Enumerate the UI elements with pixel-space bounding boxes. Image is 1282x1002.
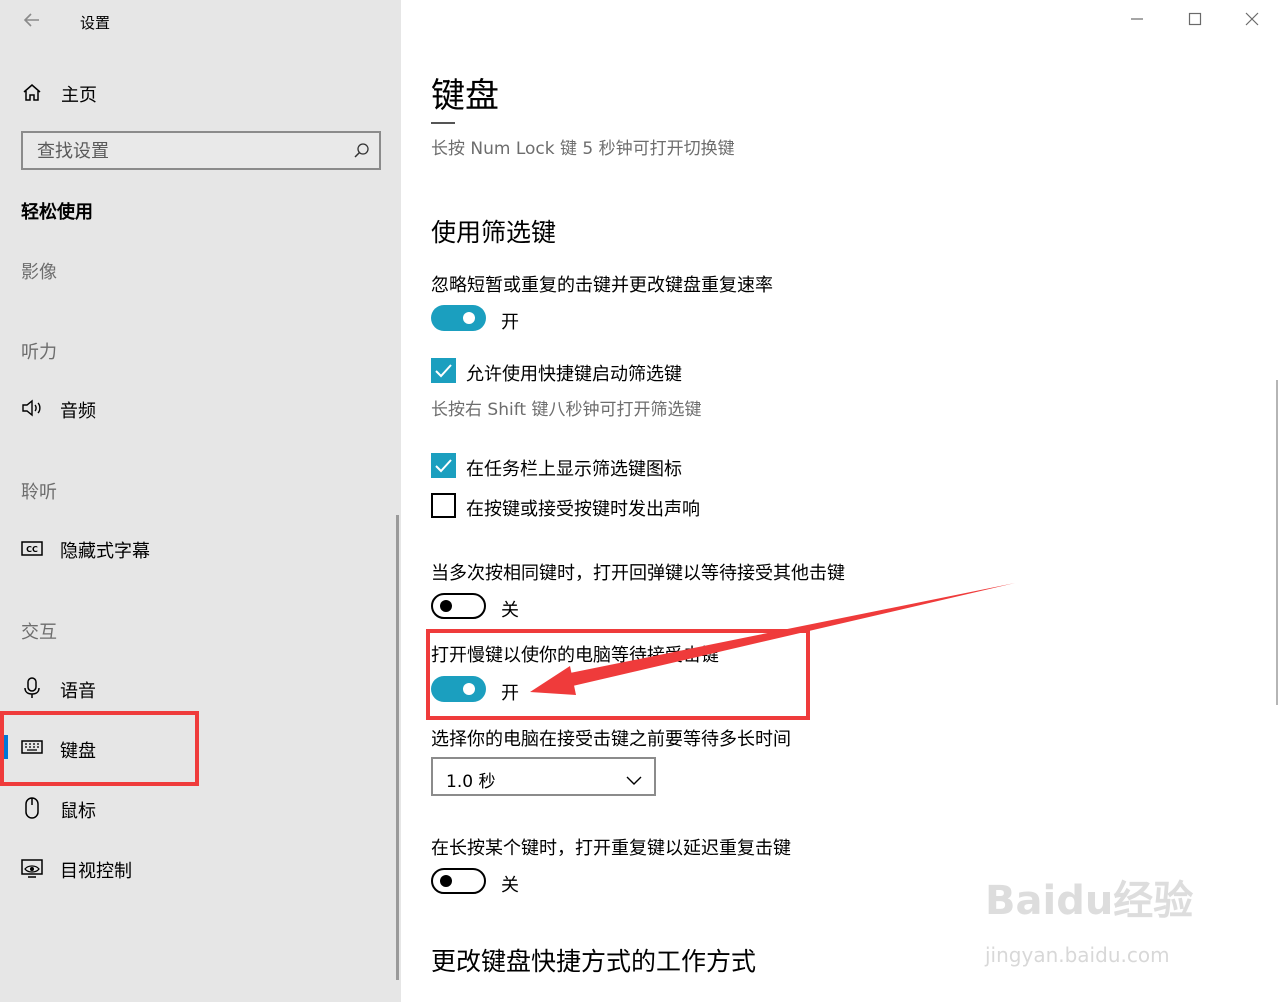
back-arrow-icon[interactable]	[22, 10, 42, 30]
main-scrollbar[interactable]	[1276, 380, 1278, 705]
sidebar-item-audio[interactable]: 音频	[60, 397, 96, 423]
group-label-listening: 聆听	[21, 482, 57, 503]
sidebar-item-speech[interactable]: 语音	[60, 677, 96, 703]
baidu-watermark-url: jingyan.baidu.com	[985, 943, 1170, 967]
settings-sidebar: 设置 主页 轻松使用 影像 听力 音频 聆听 CC 隐藏式字幕 交互 语音 键盘…	[0, 0, 401, 1002]
wait-time-dropdown[interactable]: 1.0 秒	[431, 757, 656, 796]
filter-keys-heading: 使用筛选键	[431, 218, 557, 247]
wait-time-description: 选择你的电脑在接受击键之前要等待多长时间	[431, 729, 791, 750]
annotation-arrow	[530, 583, 1015, 695]
annotation-highlight-keyboard	[0, 711, 199, 786]
page-title: 键盘	[431, 76, 499, 116]
group-label-hearing: 听力	[21, 342, 57, 363]
home-icon[interactable]	[20, 81, 44, 105]
sidebar-item-captions[interactable]: 隐藏式字幕	[60, 537, 150, 563]
section-title-ease-of-access: 轻松使用	[21, 202, 93, 223]
app-title: 设置	[80, 14, 111, 32]
sidebar-item-home[interactable]: 主页	[61, 81, 97, 107]
minimize-button[interactable]	[1122, 8, 1152, 34]
taskbar-icon-checkbox[interactable]	[431, 453, 456, 478]
group-label-vision: 影像	[21, 262, 57, 283]
beep-checkbox[interactable]	[431, 493, 456, 518]
wait-time-value: 1.0 秒	[446, 772, 496, 792]
closed-captions-icon: CC	[20, 536, 44, 560]
bounce-keys-state: 关	[501, 600, 519, 621]
repeat-keys-toggle[interactable]	[431, 868, 486, 894]
search-box[interactable]	[21, 131, 381, 170]
filter-shortcut-checkbox[interactable]	[431, 358, 456, 383]
mouse-icon	[20, 796, 44, 820]
sidebar-item-mouse[interactable]: 鼠标	[60, 797, 96, 823]
bounce-keys-toggle[interactable]	[431, 593, 486, 619]
filter-shortcut-label[interactable]: 允许使用快捷键启动筛选键	[466, 360, 682, 386]
speaker-icon	[20, 396, 44, 420]
numlock-hint: 长按 Num Lock 键 5 秒钟可打开切换键	[431, 139, 735, 159]
group-label-interaction: 交互	[21, 622, 57, 643]
filter-keys-toggle[interactable]	[431, 305, 486, 331]
beep-label[interactable]: 在按键或接受按键时发出声响	[466, 495, 700, 521]
repeat-keys-state: 关	[501, 875, 519, 896]
toggle-knob	[463, 312, 475, 324]
search-input[interactable]	[37, 139, 337, 163]
taskbar-icon-label[interactable]: 在任务栏上显示筛选键图标	[466, 455, 682, 481]
filter-keys-state: 开	[501, 312, 519, 333]
toggle-knob	[440, 600, 452, 612]
repeat-keys-description: 在长按某个键时，打开重复键以延迟重复击键	[431, 838, 791, 859]
close-button[interactable]	[1237, 8, 1267, 34]
sidebar-scrollbar[interactable]	[396, 515, 399, 980]
filter-shortcut-hint: 长按右 Shift 键八秒钟可打开筛选键	[431, 400, 702, 420]
microphone-icon	[20, 676, 44, 700]
title-divider	[431, 122, 455, 124]
baidu-watermark-logo: Baidu经验	[985, 878, 1194, 924]
shortcut-section-heading: 更改键盘快捷方式的工作方式	[431, 947, 757, 976]
sidebar-item-eye-control[interactable]: 目视控制	[60, 857, 132, 883]
maximize-button[interactable]	[1180, 8, 1210, 34]
chevron-down-icon	[626, 771, 642, 785]
svg-text:CC: CC	[26, 545, 38, 554]
toggle-knob	[440, 875, 452, 887]
eye-control-icon	[20, 856, 44, 880]
filter-keys-description: 忽略短暂或重复的击键并更改键盘重复速率	[431, 275, 773, 296]
search-icon[interactable]	[353, 142, 371, 160]
